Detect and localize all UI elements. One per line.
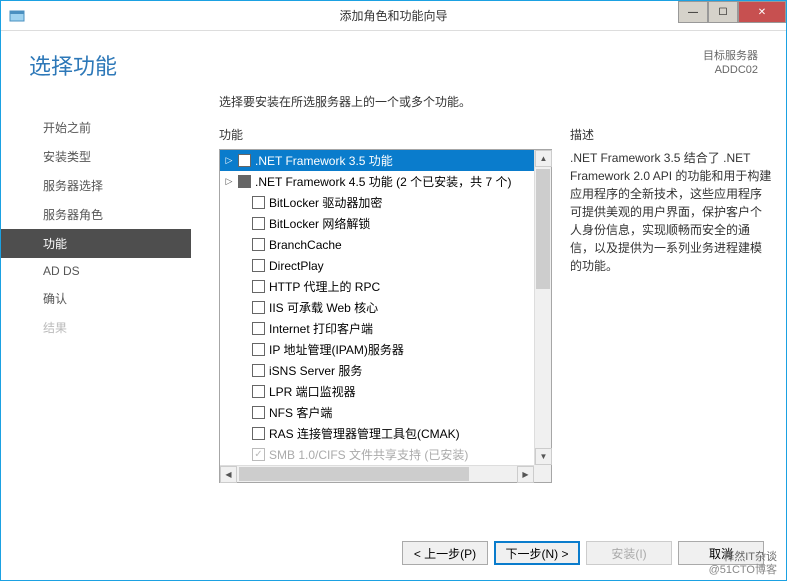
feature-row[interactable]: iSNS Server 服务 bbox=[220, 360, 551, 381]
feature-checkbox[interactable] bbox=[252, 217, 265, 230]
feature-row[interactable]: BranchCache bbox=[220, 234, 551, 255]
feature-label: HTTP 代理上的 RPC bbox=[269, 278, 380, 295]
feature-label: iSNS Server 服务 bbox=[269, 362, 362, 379]
scroll-thumb-h[interactable] bbox=[239, 467, 469, 481]
minimize-button[interactable]: — bbox=[678, 1, 708, 23]
description-column: 描述 .NET Framework 3.5 结合了 .NET Framework… bbox=[570, 126, 772, 483]
sidebar-item-server-roles[interactable]: 服务器角色 bbox=[1, 200, 191, 229]
wizard-sidebar: 开始之前 安装类型 服务器选择 服务器角色 功能 AD DS 确认 结果 bbox=[1, 89, 191, 526]
features-column: 功能 ▷ .NET Framework 3.5 功能 ▷ .NET Framework… bbox=[219, 126, 552, 483]
vertical-scrollbar[interactable]: ▲ ▼ bbox=[534, 150, 551, 465]
sidebar-item-adds[interactable]: AD DS bbox=[1, 258, 191, 284]
feature-row[interactable]: IP 地址管理(IPAM)服务器 bbox=[220, 339, 551, 360]
scroll-track-h[interactable] bbox=[237, 466, 517, 482]
columns: 功能 ▷ .NET Framework 3.5 功能 ▷ .NET Framework… bbox=[219, 126, 772, 483]
scroll-right-button[interactable]: ▶ bbox=[517, 466, 534, 483]
cancel-button[interactable]: 取消 bbox=[678, 541, 764, 565]
scroll-corner bbox=[534, 465, 551, 482]
feature-row[interactable]: LPR 端口监视器 bbox=[220, 381, 551, 402]
feature-checkbox[interactable] bbox=[238, 175, 251, 188]
feature-row[interactable]: BitLocker 驱动器加密 bbox=[220, 192, 551, 213]
window-title: 添加角色和功能向导 bbox=[339, 7, 447, 24]
feature-row[interactable]: DirectPlay bbox=[220, 255, 551, 276]
feature-label: .NET Framework 4.5 功能 (2 个已安装，共 7 个) bbox=[255, 173, 511, 190]
feature-checkbox[interactable] bbox=[252, 322, 265, 335]
main: 选择要安装在所选服务器上的一个或多个功能。 功能 ▷ .NET Framework… bbox=[191, 89, 786, 526]
feature-label: LPR 端口监视器 bbox=[269, 383, 356, 400]
scroll-thumb-v[interactable] bbox=[536, 169, 550, 289]
feature-label: BitLocker 网络解锁 bbox=[269, 215, 370, 232]
horizontal-scrollbar[interactable]: ◀ ▶ bbox=[220, 465, 534, 482]
target-server-label: 目标服务器 bbox=[703, 49, 758, 63]
feature-row[interactable]: ▷ .NET Framework 4.5 功能 (2 个已安装，共 7 个) bbox=[220, 171, 551, 192]
feature-checkbox[interactable] bbox=[252, 301, 265, 314]
footer: < 上一步(P) 下一步(N) > 安装(I) 取消 bbox=[1, 526, 786, 580]
install-button: 安装(I) bbox=[586, 541, 672, 565]
scroll-up-button[interactable]: ▲ bbox=[535, 150, 552, 167]
feature-label: .NET Framework 3.5 功能 bbox=[255, 152, 393, 169]
features-label: 功能 bbox=[219, 126, 552, 143]
maximize-button[interactable]: ☐ bbox=[708, 1, 738, 23]
feature-checkbox[interactable] bbox=[252, 385, 265, 398]
previous-button[interactable]: < 上一步(P) bbox=[402, 541, 488, 565]
feature-checkbox[interactable] bbox=[252, 364, 265, 377]
sidebar-item-confirm[interactable]: 确认 bbox=[1, 284, 191, 313]
features-listbox[interactable]: ▷ .NET Framework 3.5 功能 ▷ .NET Framework 4.… bbox=[219, 149, 552, 483]
feature-row[interactable]: Internet 打印客户端 bbox=[220, 318, 551, 339]
feature-checkbox[interactable] bbox=[252, 427, 265, 440]
body: 开始之前 安装类型 服务器选择 服务器角色 功能 AD DS 确认 结果 选择要… bbox=[1, 89, 786, 526]
sidebar-item-install-type[interactable]: 安装类型 bbox=[1, 142, 191, 171]
feature-row[interactable]: IIS 可承载 Web 核心 bbox=[220, 297, 551, 318]
scroll-track-v[interactable] bbox=[535, 167, 551, 448]
feature-label: DirectPlay bbox=[269, 259, 324, 273]
description-text: .NET Framework 3.5 结合了 .NET Framework 2.… bbox=[570, 149, 772, 275]
feature-label: IIS 可承载 Web 核心 bbox=[269, 299, 378, 316]
target-server-value: ADDC02 bbox=[703, 63, 758, 77]
header: 选择功能 目标服务器 ADDC02 bbox=[1, 31, 786, 89]
expand-icon[interactable]: ▷ bbox=[222, 155, 236, 166]
app-icon bbox=[9, 8, 25, 24]
titlebar: 添加角色和功能向导 — ☐ ✕ bbox=[1, 1, 786, 31]
expand-icon[interactable]: ▷ bbox=[222, 176, 236, 187]
feature-row[interactable]: RAS 连接管理器管理工具包(CMAK) bbox=[220, 423, 551, 444]
next-button[interactable]: 下一步(N) > bbox=[494, 541, 580, 565]
feature-row[interactable]: BitLocker 网络解锁 bbox=[220, 213, 551, 234]
sidebar-item-server-selection[interactable]: 服务器选择 bbox=[1, 171, 191, 200]
feature-label: NFS 客户端 bbox=[269, 404, 332, 421]
description-label: 描述 bbox=[570, 126, 772, 143]
wizard-window: 添加角色和功能向导 — ☐ ✕ 选择功能 目标服务器 ADDC02 开始之前 安… bbox=[0, 0, 787, 581]
feature-row[interactable]: SMB 1.0/CIFS 文件共享支持 (已安装) bbox=[220, 444, 551, 465]
feature-checkbox[interactable] bbox=[252, 238, 265, 251]
feature-label: IP 地址管理(IPAM)服务器 bbox=[269, 341, 404, 358]
sidebar-item-before-begin[interactable]: 开始之前 bbox=[1, 113, 191, 142]
feature-label: BranchCache bbox=[269, 238, 342, 252]
feature-row[interactable]: HTTP 代理上的 RPC bbox=[220, 276, 551, 297]
feature-label: Internet 打印客户端 bbox=[269, 320, 373, 337]
feature-checkbox[interactable] bbox=[252, 343, 265, 356]
feature-checkbox[interactable] bbox=[252, 406, 265, 419]
feature-label: BitLocker 驱动器加密 bbox=[269, 194, 382, 211]
instruction-text: 选择要安装在所选服务器上的一个或多个功能。 bbox=[219, 93, 772, 110]
feature-checkbox[interactable] bbox=[252, 196, 265, 209]
feature-checkbox[interactable] bbox=[252, 259, 265, 272]
close-button[interactable]: ✕ bbox=[738, 1, 786, 23]
feature-label: RAS 连接管理器管理工具包(CMAK) bbox=[269, 425, 460, 442]
feature-row[interactable]: ▷ .NET Framework 3.5 功能 bbox=[220, 150, 551, 171]
target-server-box: 目标服务器 ADDC02 bbox=[703, 49, 758, 78]
page-heading: 选择功能 bbox=[29, 49, 703, 81]
feature-label: SMB 1.0/CIFS 文件共享支持 (已安装) bbox=[269, 446, 468, 463]
sidebar-item-features[interactable]: 功能 bbox=[1, 229, 191, 258]
feature-checkbox[interactable] bbox=[252, 280, 265, 293]
scroll-down-button[interactable]: ▼ bbox=[535, 448, 552, 465]
feature-checkbox[interactable] bbox=[238, 154, 251, 167]
feature-checkbox bbox=[252, 448, 265, 461]
window-controls: — ☐ ✕ bbox=[678, 1, 786, 23]
feature-row[interactable]: NFS 客户端 bbox=[220, 402, 551, 423]
scroll-left-button[interactable]: ◀ bbox=[220, 466, 237, 483]
sidebar-item-results[interactable]: 结果 bbox=[1, 313, 191, 342]
